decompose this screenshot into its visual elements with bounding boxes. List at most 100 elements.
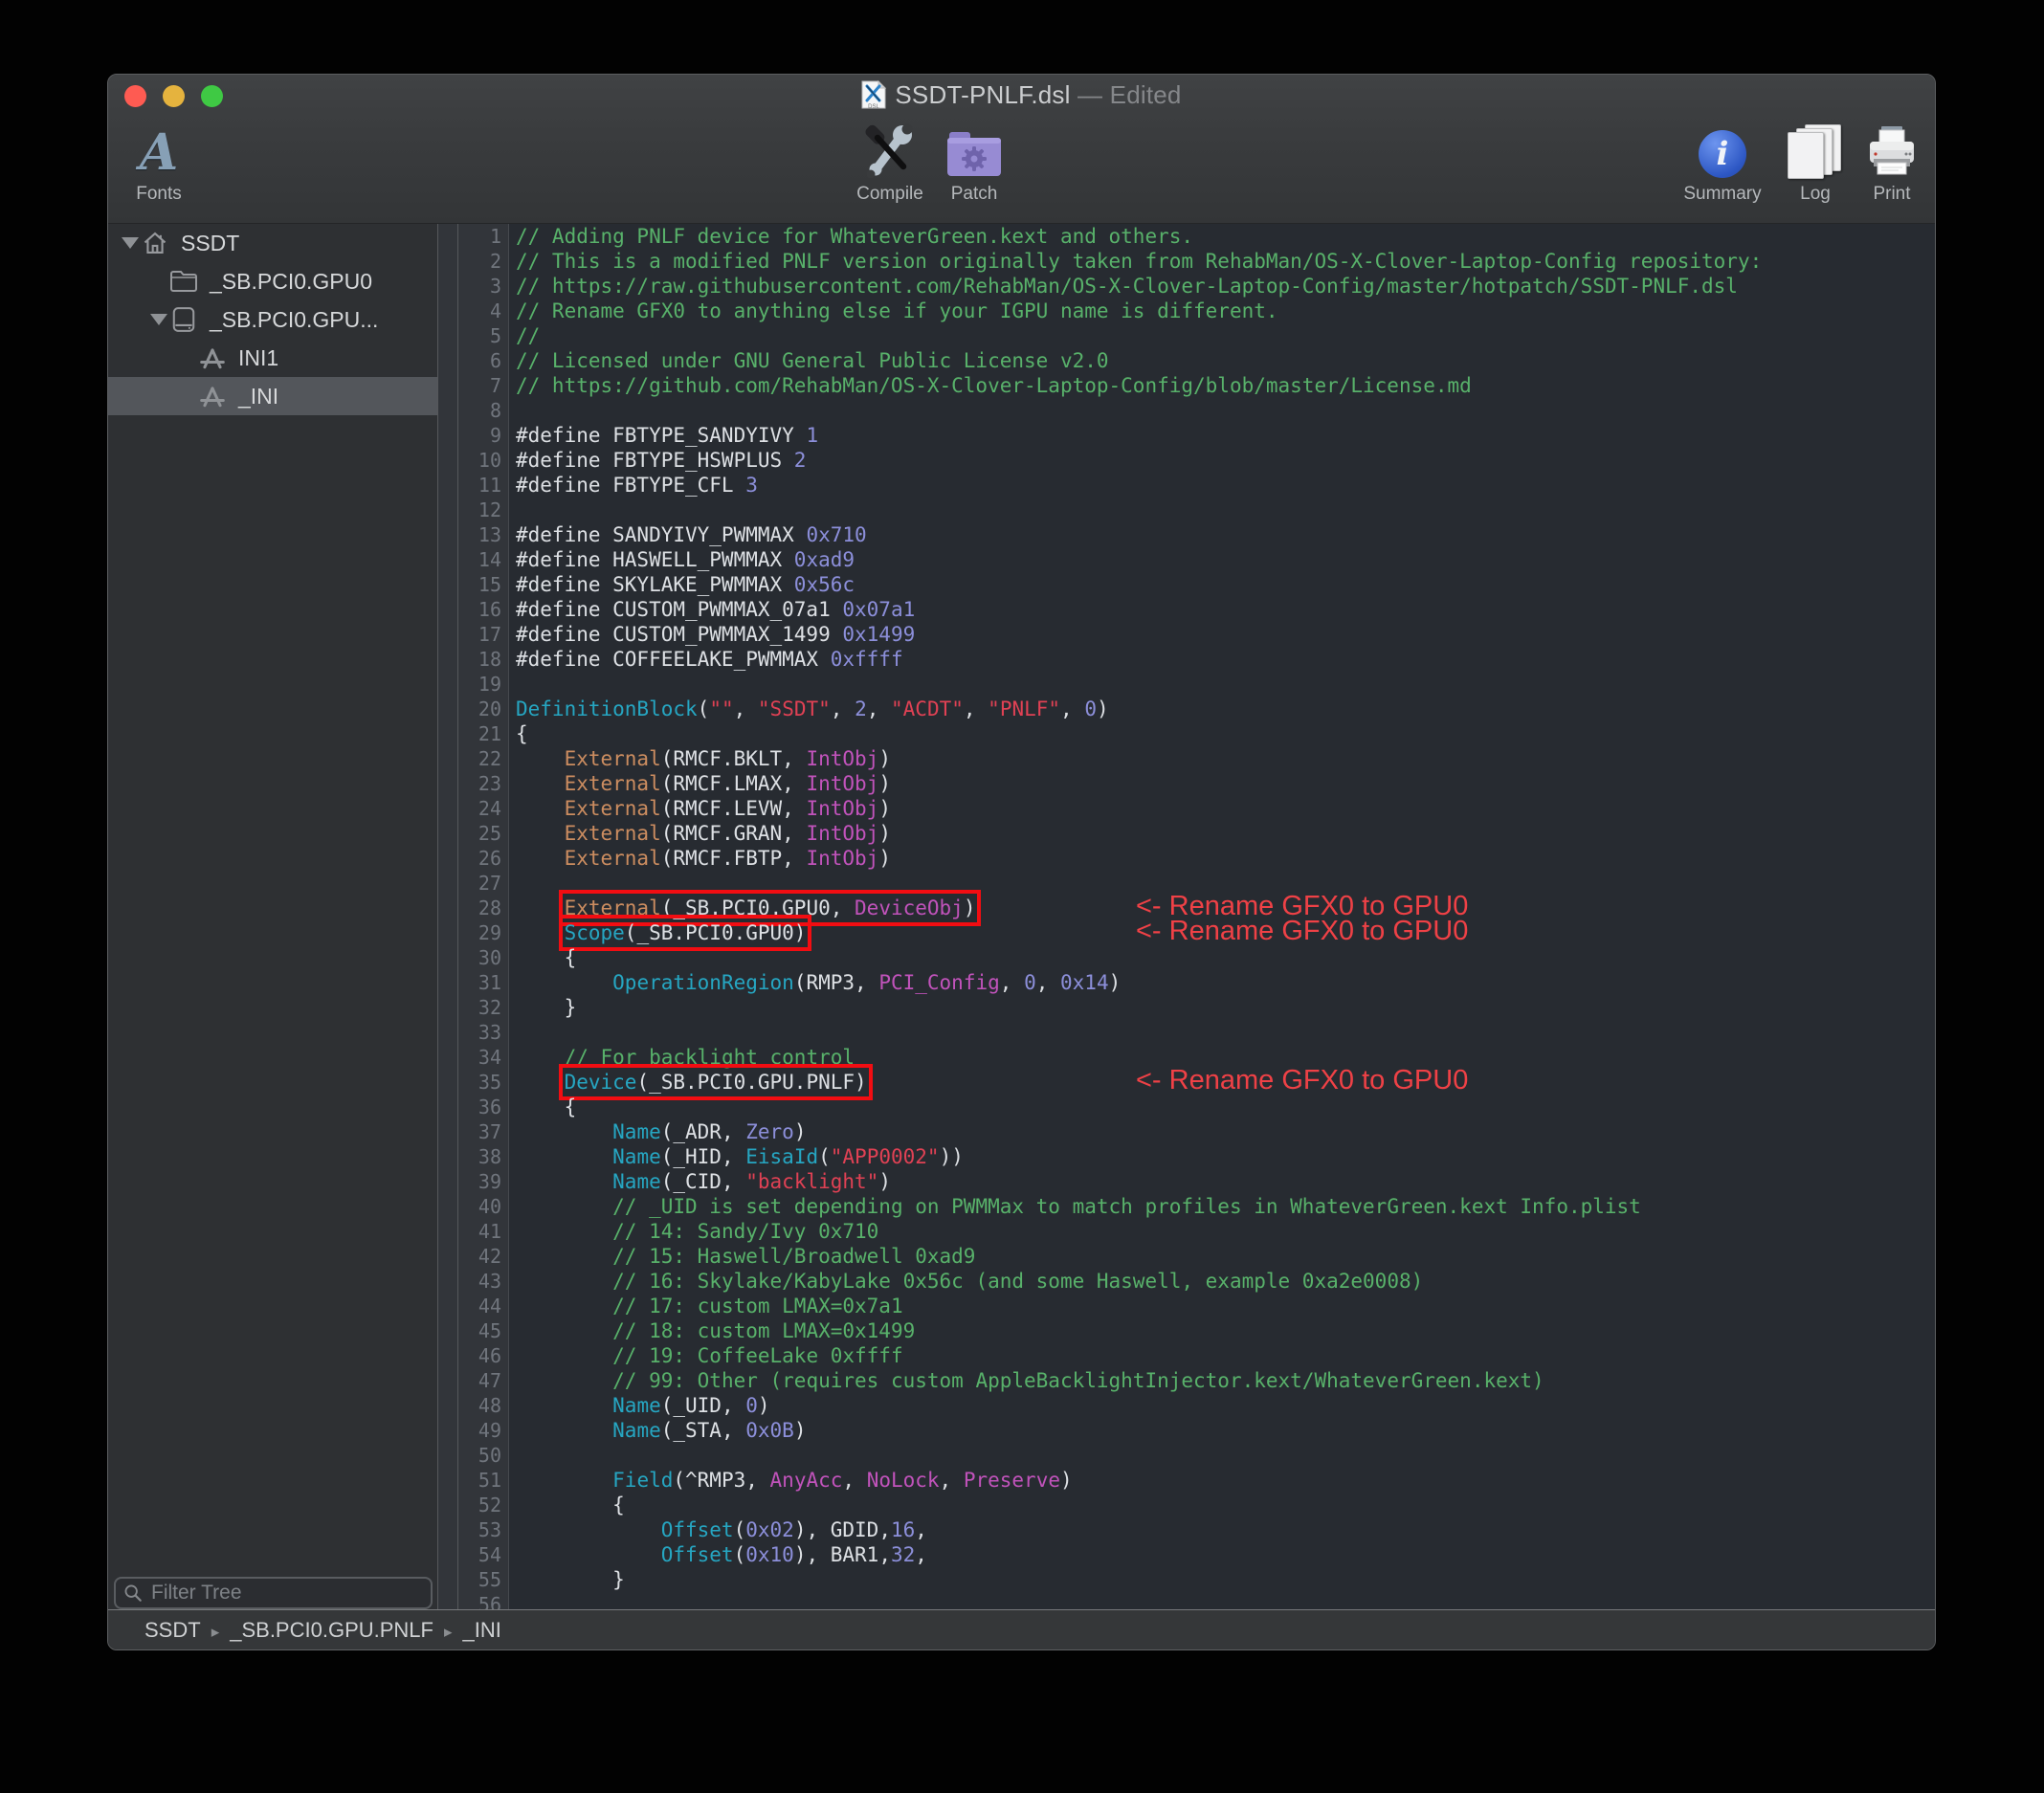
breadcrumb-item[interactable]: _SB.PCI0.GPU.PNLF [230,1618,433,1642]
code-line-11: #define FBTYPE_CFL 3 [516,474,758,497]
line-number: 4 [489,299,501,322]
annotation-box: Scope(_SB.PCI0.GPU0) [558,915,812,951]
line-number: 32 [478,996,501,1019]
code-line-38: Name(_HID, EisaId("APP0002")) [612,1145,964,1168]
code-line-51: Field(^RMP3, AnyAcc, NoLock, Preserve) [612,1469,1073,1492]
print-icon [1854,122,1930,178]
sidebar-item--sb-pci0-gpu-[interactable]: _SB.PCI0.GPU... [108,300,437,339]
code-line-4: // Rename GFX0 to anything else if your … [516,299,1278,322]
folder-icon [169,270,198,293]
code-line-43: // 16: Skylake/KabyLake 0x56c (and some … [612,1270,1424,1293]
code-editor[interactable]: // Adding PNLF device for WhateverGreen.… [508,224,1935,1611]
compile-button[interactable]: Compile [847,122,933,205]
line-number: 35 [478,1071,501,1094]
line-number: 23 [478,772,501,795]
code-line-22: External(RMCF.BKLT, IntObj) [564,747,891,770]
line-number: 24 [478,797,501,820]
line-number: 1 [489,225,501,248]
sidebar-item-ini1[interactable]: INI1 [108,339,437,377]
code-line-32: } [516,996,577,1019]
line-number: 43 [478,1270,501,1293]
sidebar-item-ssdt[interactable]: SSDT [108,224,437,262]
code-line-35: Device(_SB.PCI0.GPU.PNLF) <- Rename GFX0 … [516,1064,1935,1100]
code-line-30: { [516,946,577,969]
fonts-label: Fonts [136,184,182,204]
code-line-1: // Adding PNLF device for WhateverGreen.… [516,225,1194,248]
tree-item-label: INI1 [238,344,279,370]
disclosure-triangle-icon[interactable] [148,314,169,325]
code-line-42: // 15: Haswell/Broadwell 0xad9 [612,1245,976,1268]
line-number: 27 [478,872,501,895]
line-number: 55 [478,1568,501,1591]
code-line-36: { [516,1096,577,1118]
line-number: 30 [478,946,501,969]
line-number: 40 [478,1195,501,1218]
line-number: 54 [478,1543,501,1566]
line-number: 14 [478,548,501,571]
line-number: 20 [478,697,501,720]
print-button[interactable]: Print [1854,122,1930,205]
line-number: 16 [478,598,501,621]
tree-item-label: SSDT [181,230,240,255]
line-number: 11 [478,474,501,497]
line-number: 5 [489,324,501,347]
line-number: 42 [478,1245,501,1268]
annotation-note: <- Rename GFX0 to GPU0 [1136,916,1469,946]
code-line-5: // [516,324,541,347]
window-title: SSDT-PNLF.dsl — Edited [895,79,1182,109]
line-number: 37 [478,1120,501,1143]
code-line-54: Offset(0x10), BAR1,32, [660,1543,927,1566]
code-line-49: Name(_STA, 0x0B) [612,1419,807,1442]
line-number: 39 [478,1170,501,1193]
filter-field [114,1577,433,1609]
compile-label: Compile [856,184,923,204]
code-line-13: #define SANDYIVY_PWMMAX 0x710 [516,523,867,546]
line-number: 12 [478,498,501,521]
split-divider[interactable] [437,224,458,1611]
log-button[interactable]: Log [1777,122,1854,205]
patch-button[interactable]: Patch [931,122,1017,205]
code-line-20: DefinitionBlock("", "SSDT", 2, "ACDT", "… [516,697,1109,720]
log-label: Log [1800,184,1831,204]
line-number: 15 [478,573,501,596]
document-icon: DSL [861,79,887,110]
annotation-box: External(_SB.PCI0.GPU0, DeviceObj) [558,890,982,926]
line-number: 56 [478,1593,501,1611]
sidebar-item--ini[interactable]: _INI [108,377,437,415]
line-number: 3 [489,275,501,298]
breadcrumb-item[interactable]: SSDT [144,1618,201,1642]
filter-tree-input[interactable] [149,1581,423,1605]
fonts-icon: A [139,123,179,182]
code-line-9: #define FBTYPE_SANDYIVY 1 [516,424,819,447]
line-number: 49 [478,1419,501,1442]
code-line-53: Offset(0x02), GDID,16, [660,1518,927,1541]
disclosure-triangle-icon[interactable] [120,237,141,249]
code-line-26: External(RMCF.FBTP, IntObj) [564,847,891,870]
code-line-17: #define CUSTOM_PWMMAX_1499 0x1499 [516,623,916,646]
log-icon [1777,122,1854,179]
line-number: 48 [478,1394,501,1417]
code-line-40: // _UID is set depending on PWMMax to ma… [612,1195,1641,1218]
line-number: 29 [478,921,501,944]
line-number: 17 [478,623,501,646]
breadcrumb-item[interactable]: _INI [463,1618,501,1642]
line-number: 50 [478,1444,501,1467]
patch-label: Patch [950,184,998,204]
titlebar: DSL SSDT-PNLF.dsl — Edited [108,75,1935,115]
code-line-52: { [516,1494,625,1516]
code-line-6: // Licensed under GNU General Public Lic… [516,349,1109,372]
line-number: 38 [478,1145,501,1168]
code-line-25: External(RMCF.GRAN, IntObj) [564,822,891,845]
summary-button[interactable]: i Summary [1675,122,1770,205]
line-number: 36 [478,1096,501,1118]
code-line-45: // 18: custom LMAX=0x1499 [612,1319,916,1342]
line-number: 21 [478,722,501,745]
sidebar-item--sb-pci0-gpu0[interactable]: _SB.PCI0.GPU0 [108,262,437,300]
summary-icon: i [1699,130,1746,178]
fonts-button[interactable]: A Fonts [116,122,202,205]
tree-item-label: _SB.PCI0.GPU0 [210,268,373,294]
line-number-gutter: 1 2 3 4 5 6 7 8 9 10 11 12 13 14 15 16 17 18 19 20 21 22 23 24 2… [458,224,508,1611]
annotation-note: <- Rename GFX0 to GPU0 [1136,1065,1469,1096]
